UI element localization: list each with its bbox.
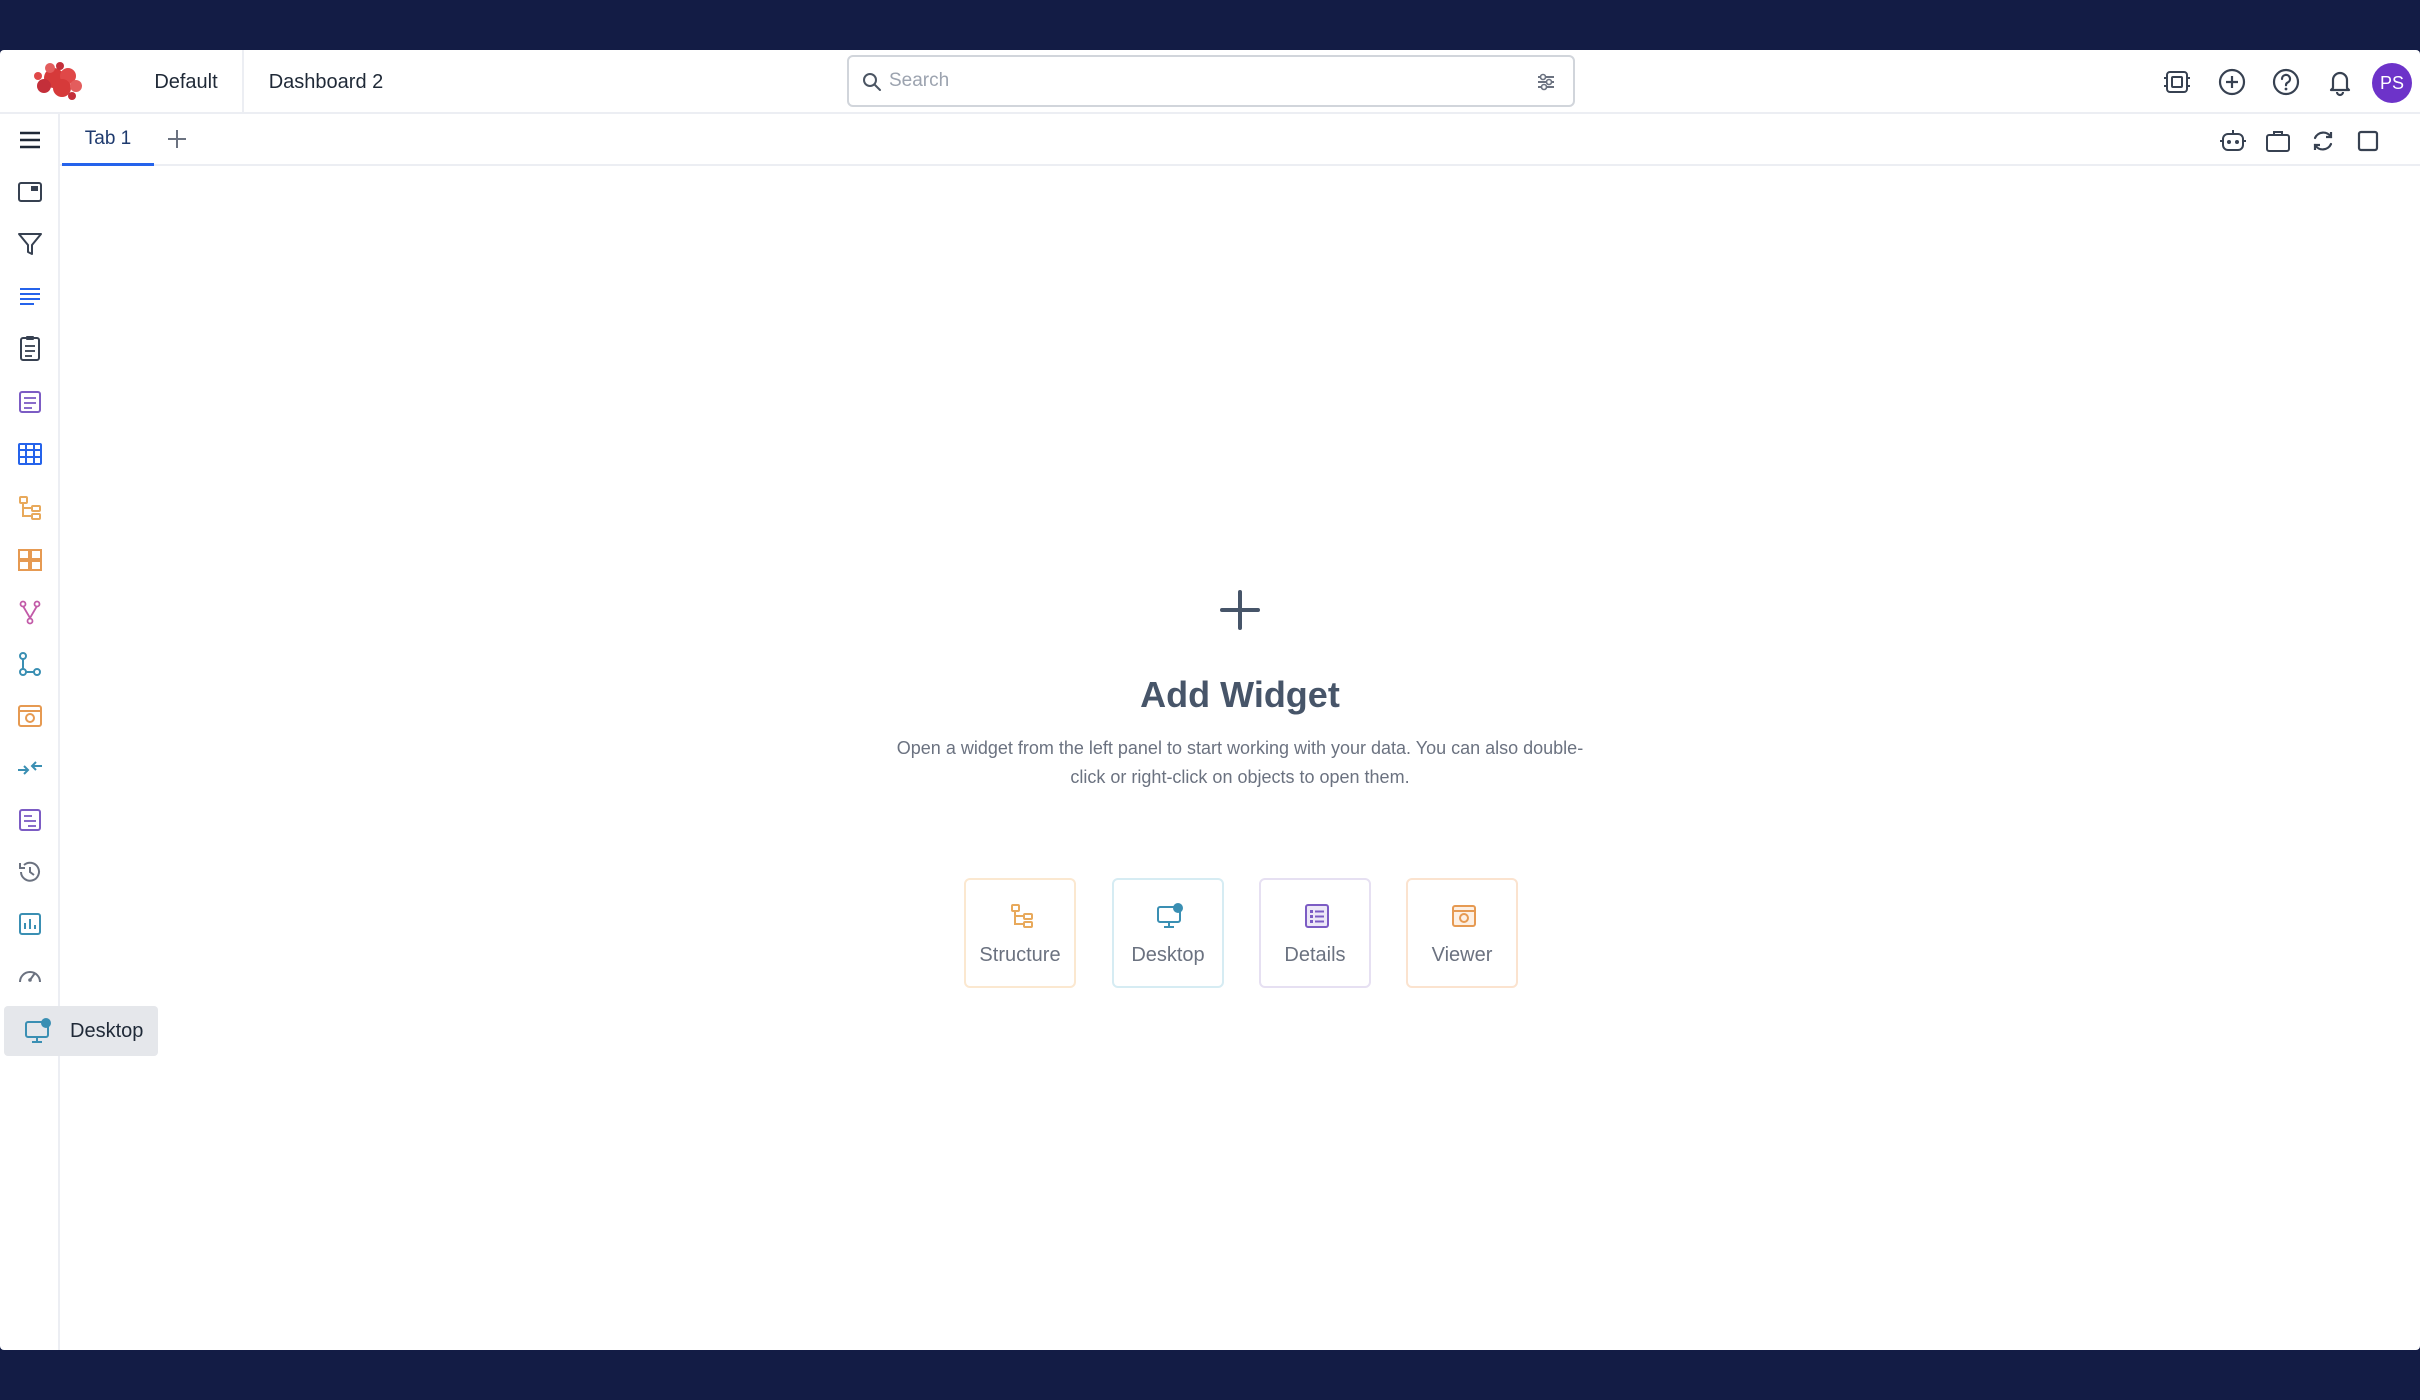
tab-1[interactable]: Tab 1 <box>62 114 154 166</box>
widget-card-desktop[interactable]: Desktop <box>1112 878 1224 988</box>
logo-icon[interactable] <box>24 56 96 108</box>
maximize-icon[interactable] <box>2353 126 2383 156</box>
chart-icon[interactable] <box>14 908 46 940</box>
header-tab-dashboard-2[interactable]: Dashboard 2 <box>246 50 406 114</box>
widget-card-label: Details <box>1284 944 1346 966</box>
menu-icon[interactable] <box>14 124 46 156</box>
user-avatar[interactable]: PS <box>2372 63 2412 103</box>
history-icon[interactable] <box>14 856 46 888</box>
desktop-icon <box>25 1018 51 1043</box>
list-icon[interactable] <box>14 280 46 312</box>
bot-icon[interactable] <box>2218 126 2248 156</box>
search-input[interactable] <box>889 63 1509 99</box>
widget-card-label: Structure <box>979 944 1061 966</box>
report-icon[interactable] <box>14 804 46 836</box>
tab-bar: Tab 1 <box>60 114 2420 166</box>
arrows-in-icon[interactable] <box>14 752 46 784</box>
clipboard-icon[interactable] <box>14 332 46 364</box>
refresh-icon[interactable] <box>2308 126 2338 156</box>
gauge-icon[interactable] <box>14 960 46 992</box>
grid-icon[interactable] <box>14 544 46 576</box>
add-tab-icon[interactable] <box>162 124 192 154</box>
extension-icon[interactable] <box>2161 66 2193 98</box>
briefcase-icon[interactable] <box>2263 126 2293 156</box>
bell-icon[interactable] <box>2324 66 2356 98</box>
structure-icon <box>1011 904 1033 928</box>
top-header: Default Dashboard 2 Search PS <box>0 50 2420 114</box>
desktop-icon <box>1157 903 1183 928</box>
window-icon[interactable] <box>14 176 46 208</box>
add-circle-icon[interactable] <box>2216 66 2248 98</box>
widget-card-details[interactable]: Details <box>1259 878 1371 988</box>
flow-icon[interactable] <box>14 648 46 680</box>
add-widget-plus-icon[interactable] <box>1216 586 1264 634</box>
header-tab-label: Default <box>154 70 218 93</box>
tooltip-label: Desktop <box>70 1019 144 1042</box>
search-icon <box>863 73 881 91</box>
viewer-icon[interactable] <box>14 700 46 732</box>
viewer-icon <box>1452 905 1476 927</box>
widget-card-viewer[interactable]: Viewer <box>1406 878 1518 988</box>
branch-icon[interactable] <box>14 596 46 628</box>
header-tab-label: Dashboard 2 <box>268 70 384 93</box>
widget-card-structure[interactable]: Structure <box>964 878 1076 988</box>
add-widget-title: Add Widget <box>1140 674 1340 715</box>
app-window: Default Dashboard 2 Search PS Tab 1 Desk… <box>0 50 2420 1350</box>
details-icon <box>1305 904 1329 928</box>
widget-card-label: Desktop <box>1131 944 1205 966</box>
left-sidebar <box>0 114 60 1350</box>
add-widget-description: Open a widget from the left panel to sta… <box>896 738 1584 787</box>
search-box <box>847 55 1575 107</box>
form-icon[interactable] <box>14 386 46 418</box>
structure-icon[interactable] <box>14 492 46 524</box>
help-icon[interactable] <box>2270 66 2302 98</box>
table-icon[interactable] <box>14 438 46 470</box>
sidebar-tooltip-desktop[interactable]: Desktop <box>4 1006 158 1056</box>
widget-card-label: Viewer <box>1431 944 1493 966</box>
filter-icon[interactable] <box>14 228 46 260</box>
header-tab-default[interactable]: Default <box>130 50 244 114</box>
search-filter-icon[interactable] <box>1535 71 1557 93</box>
